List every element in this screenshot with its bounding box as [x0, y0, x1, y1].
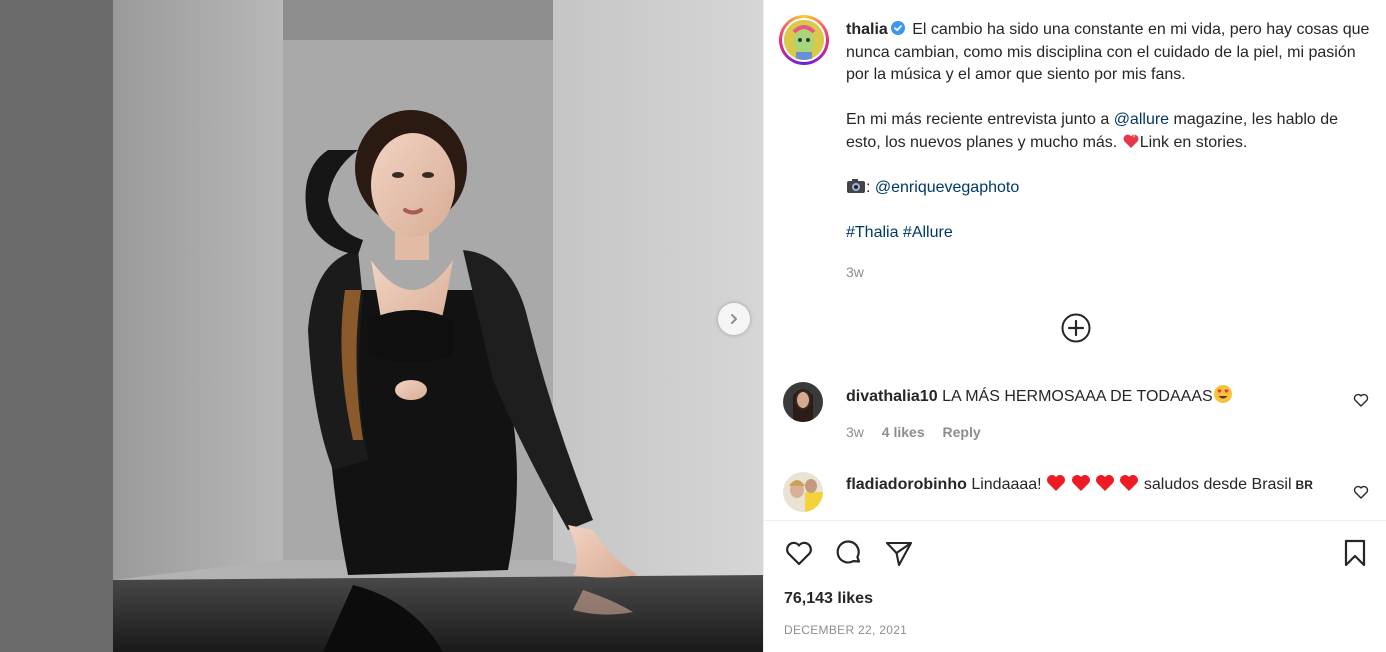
hashtags-link[interactable]: #Thalia #Allure	[846, 224, 953, 241]
verified-badge-icon	[890, 21, 905, 35]
comment-body: LA MÁS HERMOSAAA DE TODAAAS	[942, 388, 1213, 405]
comment-meta: 3w 4 likes Reply	[846, 424, 995, 440]
red-heart-emoji-icon	[1047, 475, 1066, 491]
comment-body-end: saludos desde Brasil	[1143, 476, 1292, 493]
sparkling-heart-emoji-icon	[1123, 133, 1139, 148]
comment-time[interactable]: 3w	[846, 424, 864, 440]
caption-text-2c: Link en stories.	[1139, 133, 1248, 151]
caption-text-2a: En mi más reciente entrevista junto a	[846, 111, 1114, 128]
author-avatar-image	[784, 20, 824, 60]
reply-button[interactable]: Reply	[943, 424, 981, 440]
author-avatar[interactable]	[779, 15, 829, 65]
caption-paragraph-1: thalia El cambio ha sido una constante e…	[846, 19, 1371, 87]
comment-icon[interactable]	[834, 538, 864, 568]
comment-text: fladiadorobinho Lindaaaa! saludos desde …	[846, 474, 1313, 496]
comment-likes[interactable]: 4 likes	[882, 424, 925, 440]
avatar-inner	[782, 18, 826, 62]
camera-emoji-icon	[847, 178, 865, 193]
comment-username[interactable]: divathalia10	[846, 388, 938, 405]
heart-icon[interactable]	[1353, 392, 1369, 408]
next-image-button[interactable]	[718, 303, 750, 335]
left-backdrop	[0, 0, 113, 652]
avatar-illustration	[784, 20, 824, 60]
commenter-avatar[interactable]	[783, 472, 823, 512]
like-heart-icon[interactable]	[784, 538, 814, 568]
mention-photographer-link[interactable]: @enriquevegaphoto	[875, 179, 1019, 196]
actions-divider	[763, 520, 1386, 521]
caption-paragraph-4: #Thalia #Allure	[846, 222, 1371, 245]
chevron-right-icon	[731, 314, 737, 324]
post-author-username[interactable]: thalia	[846, 21, 888, 38]
post-likes-count[interactable]: 76,143 likes	[784, 590, 873, 608]
red-heart-emoji-icon	[1095, 475, 1114, 491]
bookmark-icon[interactable]	[1340, 538, 1370, 568]
paper-plane-icon[interactable]	[884, 538, 914, 568]
post-date[interactable]: DECEMBER 22, 2021	[784, 623, 907, 637]
plus-circle-icon[interactable]	[1060, 312, 1092, 344]
caption-text-1: El cambio ha sido una constante en mi vi…	[846, 21, 1370, 83]
comment-username[interactable]: fladiadorobinho	[846, 476, 967, 493]
post-caption: thalia El cambio ha sido una constante e…	[846, 19, 1371, 267]
red-heart-emoji-icon	[1071, 475, 1090, 491]
post-photo[interactable]	[113, 0, 763, 652]
heart-eyes-emoji-icon	[1213, 385, 1232, 403]
brazil-flag-text: BR	[1295, 478, 1313, 492]
mention-allure-link[interactable]: @allure	[1114, 111, 1169, 128]
commenter-avatar-image	[783, 472, 823, 512]
caption-text-3a: :	[866, 178, 875, 196]
caption-paragraph-2: En mi más reciente entrevista junto a @a…	[846, 109, 1371, 154]
comment-text: divathalia10 LA MÁS HERMOSAAA DE TODAAAS	[846, 384, 1233, 408]
comment-body-start: Lindaaaa!	[971, 476, 1042, 493]
post-timestamp[interactable]: 3w	[846, 264, 864, 280]
caption-paragraph-3: : @enriquevegaphoto	[846, 177, 1371, 200]
commenter-avatar-image	[783, 382, 823, 422]
heart-icon[interactable]	[1353, 484, 1369, 500]
post-photo-illustration	[113, 0, 763, 652]
commenter-avatar[interactable]	[783, 382, 823, 422]
red-heart-emoji-icon	[1120, 475, 1139, 491]
